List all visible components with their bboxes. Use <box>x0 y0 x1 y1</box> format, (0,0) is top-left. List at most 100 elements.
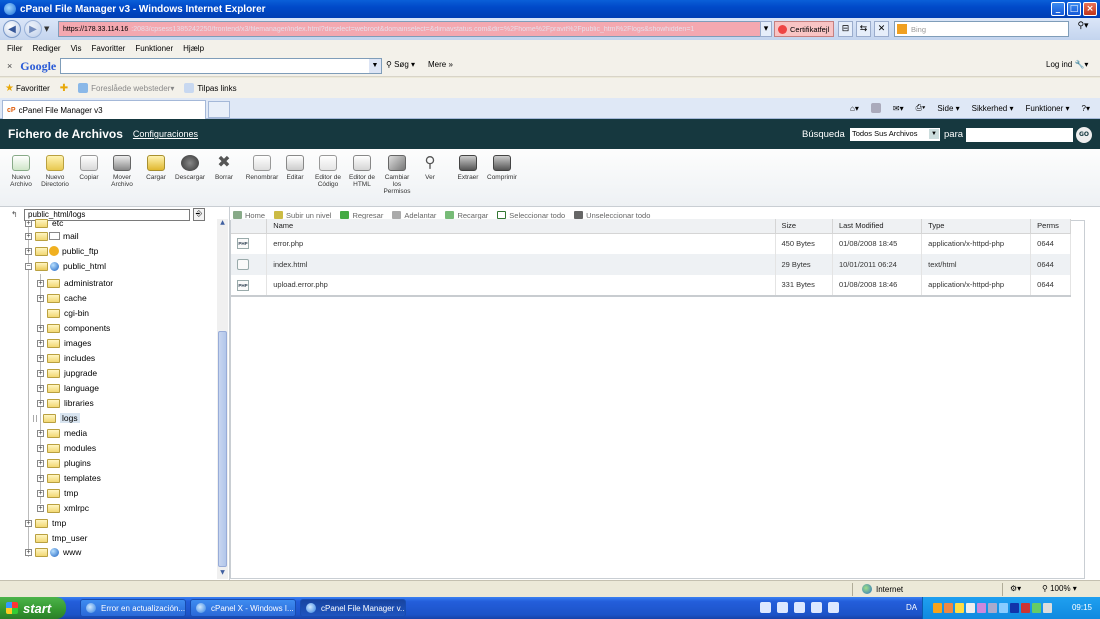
search-icon[interactable]: ⚲▾ <box>1072 21 1094 37</box>
expand-icon[interactable]: + <box>25 232 32 240</box>
tree-item-tmp-user[interactable]: tmp_user <box>35 531 87 545</box>
expand-icon[interactable]: + <box>37 294 44 302</box>
tree-item-tmp[interactable]: + tmp <box>37 486 78 500</box>
google-search-input[interactable]: ▼ <box>60 58 382 74</box>
tree-item-cache[interactable]: + cache <box>37 291 87 305</box>
tree-item-mail[interactable]: + mail <box>25 229 79 243</box>
close-toolbar-icon[interactable]: × <box>7 61 12 71</box>
expand-icon[interactable]: + <box>37 384 44 392</box>
maximize-button[interactable]: □ <box>1067 2 1081 16</box>
quicklaunch-icon[interactable] <box>811 602 822 613</box>
permissions-button[interactable]: Cambiar los Permisos <box>380 155 414 195</box>
expand-icon[interactable]: + <box>37 354 44 362</box>
expand-icon[interactable]: + <box>37 369 44 377</box>
expand-icon[interactable]: + <box>37 444 44 452</box>
history-dropdown[interactable]: ▼ <box>44 25 49 33</box>
expand-icon[interactable]: + <box>25 548 32 556</box>
google-search-button[interactable]: ⚲ Søg ▾ <box>386 60 415 69</box>
new-folder-button[interactable]: Nuevo Directorio <box>38 155 72 188</box>
chevron-down-icon[interactable]: ▼ <box>369 59 381 73</box>
security-zone[interactable]: Internet <box>862 584 903 594</box>
html-editor-button[interactable]: Editor de HTML <box>345 155 379 188</box>
new-file-button[interactable]: Nuevo Archivo <box>4 155 38 188</box>
tray-icon[interactable] <box>933 603 942 613</box>
home-icon[interactable]: ⌂▾ <box>850 104 859 113</box>
close-button[interactable]: × <box>1083 2 1097 16</box>
help-icon[interactable]: ?▾ <box>1082 104 1090 113</box>
menu-favoritter[interactable]: Favoritter <box>92 44 126 53</box>
col-modified[interactable]: Last Modified <box>832 219 923 234</box>
view-button[interactable]: ⚲ Ver <box>413 155 447 182</box>
tray-icon[interactable] <box>1043 603 1052 613</box>
menu-rediger[interactable]: Rediger <box>33 44 61 53</box>
forward-button[interactable]: ▶ <box>24 20 42 38</box>
expand-icon[interactable]: + <box>37 459 44 467</box>
task-cpanel-x[interactable]: cPanel X - Windows I... <box>190 599 296 617</box>
url-bar[interactable]: https://178.33.114.16:2083/cpsess1385242… <box>58 21 772 37</box>
language-indicator[interactable]: DA <box>906 603 917 612</box>
file-name[interactable]: upload.error.php <box>266 275 776 297</box>
tree-up-icon[interactable]: ↰ <box>11 210 22 219</box>
tray-icon[interactable] <box>999 603 1008 613</box>
delete-button[interactable]: ✖ Borrar <box>207 155 241 182</box>
protected-mode-icon[interactable]: ⚙▾ <box>1010 584 1021 593</box>
zoom-control[interactable]: ⚲ 100% ▾ <box>1042 584 1077 593</box>
col-size[interactable]: Size <box>775 219 833 234</box>
tree-item-tmp-root[interactable]: + tmp <box>25 516 66 530</box>
feeds-icon[interactable] <box>870 103 881 113</box>
tray-icon[interactable] <box>966 603 975 613</box>
tree-item-media[interactable]: + media <box>37 426 87 440</box>
url-dropdown[interactable]: ▾ <box>760 21 772 37</box>
expand-icon[interactable]: + <box>37 339 44 347</box>
col-type[interactable]: Type <box>921 219 1032 234</box>
path-go-button[interactable]: ⎆ <box>193 208 205 221</box>
sikkerhed-menu[interactable]: Sikkerhed ▾ <box>972 104 1014 113</box>
extract-button[interactable]: Extraer <box>451 155 485 181</box>
compress-button[interactable]: Comprimir <box>485 155 519 181</box>
tree-scrollbar[interactable]: ▲ ▼ <box>217 219 228 579</box>
tray-icon[interactable] <box>944 603 953 613</box>
search-scope-select[interactable]: Todos Sus Archivos ▼ <box>850 128 940 141</box>
tree-item-components[interactable]: + components <box>37 321 110 335</box>
favorites-button[interactable]: ★ Favoritter <box>0 83 50 94</box>
expand-icon[interactable]: + <box>25 219 32 227</box>
bing-search-input[interactable]: Bing <box>894 21 1069 37</box>
back-button[interactable]: ◀ <box>3 20 21 38</box>
customize-links-link[interactable]: Tilpas links <box>184 83 237 93</box>
tree-item-plugins[interactable]: + plugins <box>37 456 91 470</box>
tree-item-jupgrade[interactable]: + jupgrade <box>37 366 97 380</box>
tree-item-etc[interactable]: + etc <box>25 216 63 230</box>
file-name[interactable]: index.html <box>266 254 776 275</box>
move-file-button[interactable]: Mover Archivo <box>105 155 139 188</box>
tray-icon[interactable] <box>988 603 997 613</box>
col-name[interactable]: Name <box>266 219 776 234</box>
expand-icon[interactable]: + <box>37 504 44 512</box>
copy-button[interactable]: Copiar <box>72 155 106 181</box>
download-button[interactable]: Descargar <box>173 155 207 181</box>
tray-icon[interactable] <box>977 603 986 613</box>
table-row[interactable]: PHP error.php 450 Bytes 01/08/2008 18:45… <box>231 233 1071 254</box>
expand-icon[interactable]: + <box>37 489 44 497</box>
tree-item-xmlrpc[interactable]: + xmlrpc <box>37 501 89 515</box>
tree-item-images[interactable]: + images <box>37 336 91 350</box>
search-input[interactable] <box>966 128 1073 142</box>
menu-filer[interactable]: Filer <box>7 44 23 53</box>
quicklaunch-icon[interactable] <box>794 602 805 613</box>
tab-cpanel-file-manager[interactable]: cP cPanel File Manager v3 <box>2 100 206 119</box>
more-button[interactable]: Mere » <box>428 60 453 69</box>
minimize-button[interactable]: _ <box>1051 2 1065 16</box>
scroll-down-icon[interactable]: ▼ <box>217 569 228 579</box>
tree-item-logs[interactable]: logs <box>33 411 80 425</box>
start-button[interactable]: start <box>0 597 66 619</box>
settings-link[interactable]: Configuraciones <box>133 129 198 139</box>
tree-item-modules[interactable]: + modules <box>37 441 96 455</box>
tray-icon[interactable] <box>1021 603 1030 613</box>
scroll-up-icon[interactable]: ▲ <box>217 219 228 229</box>
expand-icon[interactable]: + <box>37 324 44 332</box>
tree-item-libraries[interactable]: + libraries <box>37 396 94 410</box>
code-editor-button[interactable]: Editor de Código <box>311 155 345 188</box>
collapse-icon[interactable]: − <box>25 262 32 270</box>
tray-icon[interactable] <box>1032 603 1041 613</box>
edit-button[interactable]: Editar <box>278 155 312 181</box>
refresh-icon[interactable]: ⇆ <box>856 21 871 37</box>
